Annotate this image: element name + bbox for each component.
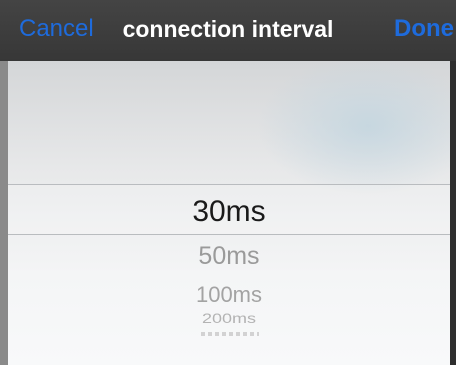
interval-picker-wheel[interactable]: 30ms 50ms 100ms 200ms [8,61,450,365]
navigation-bar: Cancel connection interval Done [0,0,456,61]
right-edge-bar [450,61,456,365]
picker-option-selected[interactable]: 30ms [8,194,450,230]
picker-option[interactable]: 100ms [8,282,450,308]
connection-interval-screen: Cancel connection interval Done 30ms 50m… [0,0,456,365]
selection-top-divider [8,184,450,185]
picker-option-faded [201,332,259,336]
left-edge-bar [0,61,8,365]
picker-option[interactable]: 200ms [8,311,450,326]
page-title: connection interval [122,16,334,42]
done-button[interactable]: Done [394,14,454,44]
selection-bottom-divider [8,234,450,235]
picker-option[interactable]: 50ms [8,241,450,271]
